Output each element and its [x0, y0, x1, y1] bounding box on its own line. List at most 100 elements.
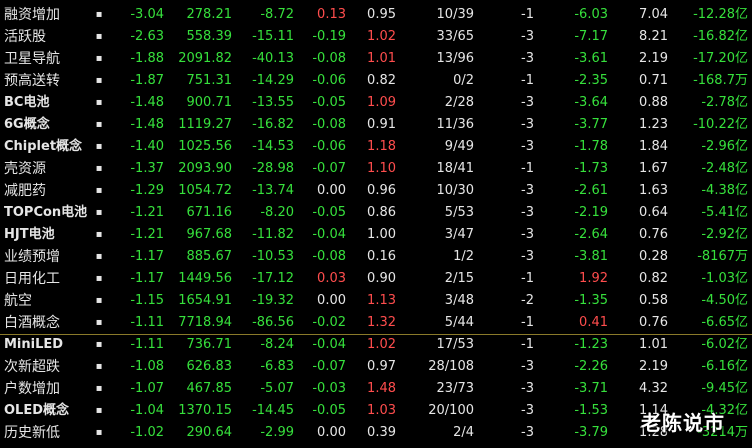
table-row[interactable]: 业绩预增 ▪ -1.17 885.67 -10.53 -0.08 0.16 1/2 -3 -3.8… — [0, 246, 752, 268]
consecutive-days-cell: -3 — [521, 227, 534, 242]
volume-ratio-cell: 1.02 — [367, 29, 396, 44]
row-marker-icon: ▪ — [95, 339, 103, 350]
table-row[interactable]: TOPCon电池 ▪ -1.21 671.16 -8.20 -0.05 0.86 5/53 -3… — [0, 202, 752, 224]
table-row[interactable]: 航空 ▪ -1.15 1654.91 -19.32 0.00 1.13 3/48 -2 -1.35… — [0, 290, 752, 312]
table-row[interactable]: BC电池 ▪ -1.48 900.71 -13.55 -0.05 1.09 2/28 -3 -3.… — [0, 92, 752, 114]
table-row[interactable]: Chiplet概念 ▪ -1.40 1025.56 -14.53 -0.06 1.18 9/4… — [0, 136, 752, 158]
consecutive-days-cell: -3 — [521, 359, 534, 374]
volume-ratio-cell: 1.10 — [367, 161, 396, 176]
row-marker-icon: ▪ — [95, 273, 103, 284]
table-row[interactable]: 壳资源 ▪ -1.37 2093.90 -28.98 -0.07 1.10 18/41 -1 -1… — [0, 158, 752, 180]
table-row[interactable]: MiniLED ▪ -1.11 736.71 -8.24 -0.04 1.02 17/53 -1… — [0, 334, 752, 356]
row-marker-icon: ▪ — [95, 361, 103, 372]
column-header[interactable]: 量比 — [352, 0, 396, 2]
speed-cell: -0.08 — [312, 117, 346, 132]
row-marker-icon: ▪ — [95, 427, 103, 438]
column-header[interactable]: 换手% — [616, 0, 668, 2]
index-price-cell: 626.83 — [186, 359, 233, 374]
volume-ratio-cell: 1.00 — [367, 227, 396, 242]
volume-ratio-cell: 1.09 — [367, 95, 396, 110]
up-down-count-cell: 28/108 — [428, 359, 474, 374]
row-marker-icon: ▪ — [95, 295, 103, 306]
speed-cell: -0.07 — [312, 161, 346, 176]
table-row[interactable]: 日用化工 ▪ -1.17 1449.56 -17.12 0.03 0.90 2/15 -1 1.9… — [0, 268, 752, 290]
pct-change-cell: -1.21 — [130, 227, 164, 242]
consecutive-days-cell: -1 — [521, 161, 534, 176]
table-row[interactable]: OLED概念 ▪ -1.04 1370.15 -14.45 -0.05 1.03 20/100… — [0, 400, 752, 422]
table-row[interactable]: 融资增加 ▪ -3.04 278.21 -8.72 0.13 0.95 10/39 -1 -6.0… — [0, 4, 752, 26]
turnover-cell: 0.28 — [639, 249, 668, 264]
turnover-cell: 1.63 — [639, 183, 668, 198]
up-down-count-cell: 5/53 — [444, 205, 474, 220]
change-cell: -14.45 — [252, 403, 294, 418]
row-marker-icon: ▪ — [95, 383, 103, 394]
volume-ratio-cell: 0.82 — [367, 73, 396, 88]
column-header[interactable]: 涨跌 — [236, 0, 294, 2]
table-row[interactable]: 白酒概念 ▪ -1.11 7718.94 -86.56 -0.02 1.32 5/44 -1 0.… — [0, 312, 752, 334]
three-day-pct-cell: -1.53 — [574, 403, 608, 418]
index-price-cell: 900.71 — [186, 95, 233, 110]
pct-change-cell: -1.07 — [130, 381, 164, 396]
pct-change-cell: -1.04 — [130, 403, 164, 418]
column-header[interactable]: 涨跌数 — [404, 0, 474, 2]
column-header[interactable]: 涨幅% — [108, 0, 164, 2]
volume-ratio-cell: 0.16 — [367, 249, 396, 264]
consecutive-days-cell: -3 — [521, 425, 534, 440]
row-marker-icon: ▪ — [95, 185, 103, 196]
index-price-cell: 7718.94 — [178, 315, 232, 330]
table-row[interactable]: 卫星导航 ▪ -1.88 2091.82 -40.13 -0.08 1.01 13/96 -3 -… — [0, 48, 752, 70]
table-row[interactable]: 次新超跌 ▪ -1.08 626.83 -6.83 -0.07 0.97 28/108 -3 -2… — [0, 356, 752, 378]
amount-cell: -2.96亿 — [701, 139, 748, 154]
change-cell: -19.32 — [252, 293, 294, 308]
up-down-count-cell: 17/53 — [436, 337, 474, 352]
up-down-count-cell: 9/49 — [444, 139, 474, 154]
change-cell: -10.53 — [252, 249, 294, 264]
table-row[interactable]: 户数增加 ▪ -1.07 467.85 -5.07 -0.03 1.48 23/73 -3 -3.… — [0, 378, 752, 400]
three-day-pct-cell: -1.78 — [574, 139, 608, 154]
table-row[interactable]: 预高送转 ▪ -1.87 751.31 -14.29 -0.06 0.82 0/2 -1 -2.3… — [0, 70, 752, 92]
up-down-count-cell: 2/15 — [444, 271, 474, 286]
consecutive-days-cell: -3 — [521, 381, 534, 396]
speed-cell: -0.04 — [312, 337, 346, 352]
index-price-cell: 1449.56 — [178, 271, 232, 286]
up-down-count-cell: 33/65 — [436, 29, 474, 44]
turnover-cell: 7.04 — [639, 7, 668, 22]
consecutive-days-cell: -1 — [521, 271, 534, 286]
table-row[interactable]: 活跃股 ▪ -2.63 558.39 -15.11 -0.19 1.02 33/65 -3 -7.… — [0, 26, 752, 48]
table-row[interactable]: 历史新低 ▪ -1.02 290.64 -2.99 0.00 0.39 2/4 -3 -3.79 1… — [0, 422, 752, 444]
amount-cell: -168.7万 — [693, 73, 748, 88]
amount-cell: -6.65亿 — [701, 315, 748, 330]
volume-ratio-cell: 0.90 — [367, 271, 396, 286]
turnover-cell: 4.32 — [639, 381, 668, 396]
index-price-cell: 467.85 — [186, 381, 233, 396]
three-day-pct-cell: 1.92 — [579, 271, 608, 286]
consecutive-days-cell: -3 — [521, 205, 534, 220]
column-header[interactable]: 涨速% — [298, 0, 346, 2]
speed-cell: -0.08 — [312, 249, 346, 264]
volume-ratio-cell: 0.86 — [367, 205, 396, 220]
index-price-cell: 967.68 — [186, 227, 233, 242]
consecutive-days-cell: -3 — [521, 117, 534, 132]
index-price-cell: 1654.91 — [178, 293, 232, 308]
column-header[interactable]: 总金额 — [672, 0, 748, 2]
three-day-pct-cell: -1.23 — [574, 337, 608, 352]
table-row[interactable]: 减肥药 ▪ -1.29 1054.72 -13.74 0.00 0.96 10/30 -3 -2.… — [0, 180, 752, 202]
row-marker-icon: ▪ — [95, 31, 103, 42]
turnover-cell: 0.58 — [639, 293, 668, 308]
column-header[interactable]: 连涨天 — [480, 0, 534, 2]
amount-cell: -9.45亿 — [701, 381, 748, 396]
three-day-pct-cell: -3.81 — [574, 249, 608, 264]
three-day-pct-cell: -3.79 — [574, 425, 608, 440]
up-down-count-cell: 3/47 — [444, 227, 474, 242]
table-row[interactable]: 6G概念 ▪ -1.48 1119.27 -16.82 -0.08 0.91 11/36 -3 -… — [0, 114, 752, 136]
change-cell: -86.56 — [252, 315, 294, 330]
column-header[interactable]: 现价 — [170, 0, 232, 2]
index-price-cell: 1370.15 — [178, 403, 232, 418]
table-row[interactable]: HJT电池 ▪ -1.21 967.68 -11.82 -0.04 1.00 3/47 -3 -2… — [0, 224, 752, 246]
column-header[interactable]: 3日涨幅% — [540, 0, 608, 2]
speed-cell: 0.00 — [317, 183, 346, 198]
speed-cell: -0.05 — [312, 205, 346, 220]
pct-change-cell: -1.21 — [130, 205, 164, 220]
sector-name: 历史新低 — [4, 425, 60, 441]
pct-change-cell: -1.87 — [130, 73, 164, 88]
